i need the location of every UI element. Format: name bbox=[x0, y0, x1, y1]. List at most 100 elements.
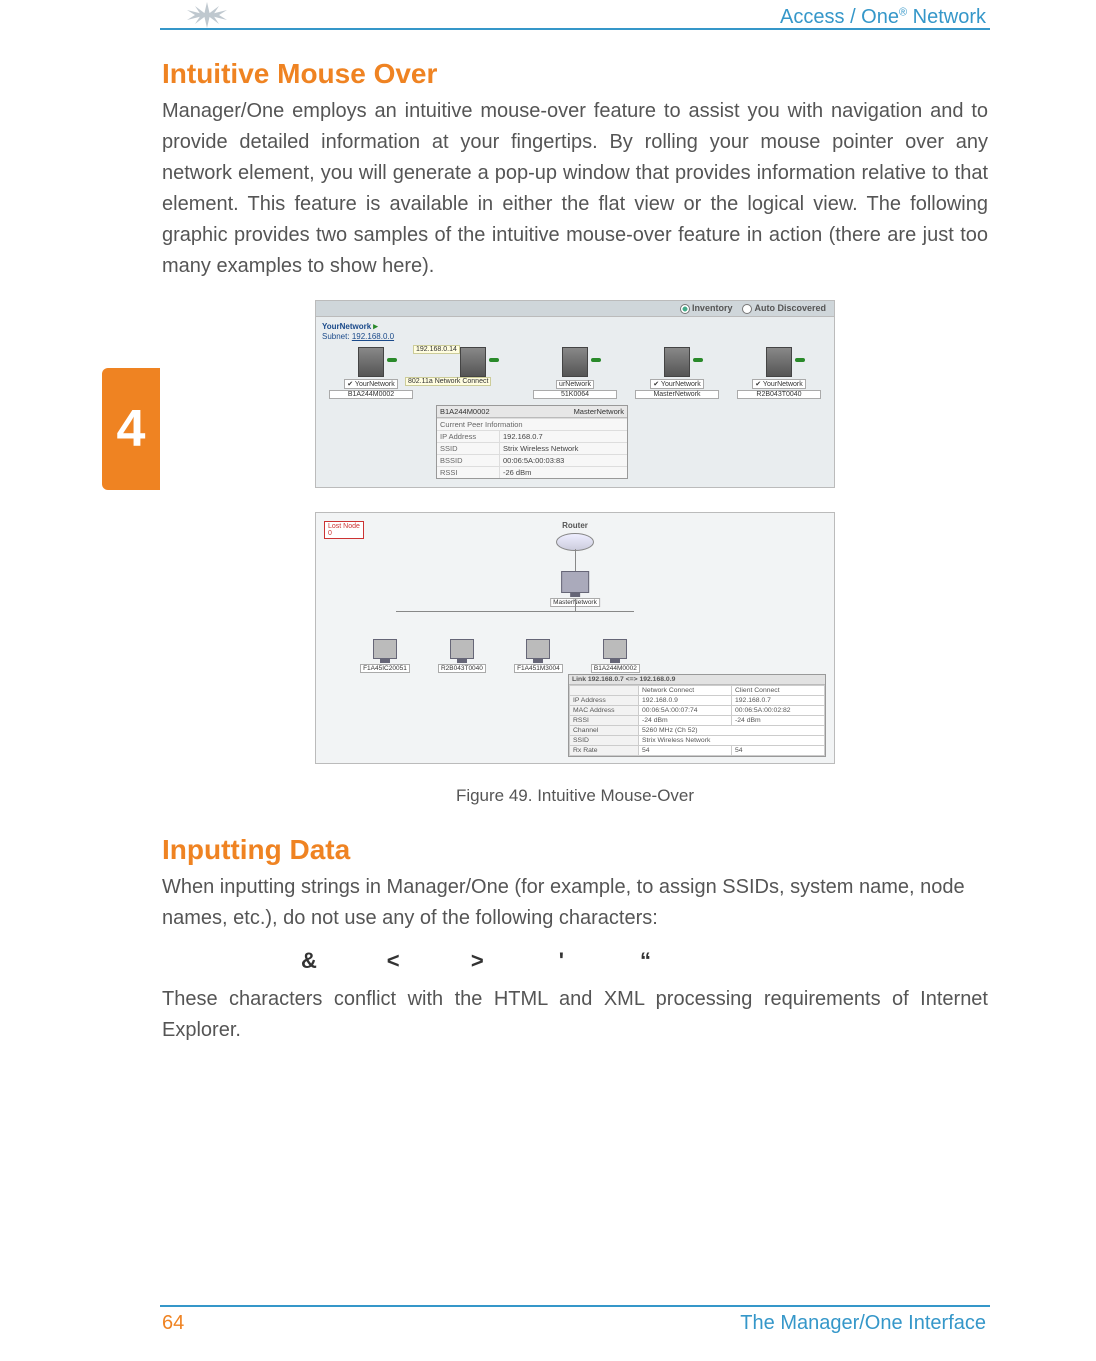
forbidden-characters-row: & < > ' “ bbox=[272, 948, 988, 974]
lost-node-box: Lost Node 0 bbox=[324, 521, 364, 539]
section-heading-inputting: Inputting Data bbox=[162, 834, 988, 866]
forbidden-char: > bbox=[440, 948, 516, 974]
node-id: 51K0064 bbox=[533, 390, 617, 399]
child-label: R2B043T0040 bbox=[438, 664, 486, 673]
node-check-label: YourNetwork bbox=[763, 381, 803, 388]
child-node: R2B043T0040 bbox=[438, 639, 486, 673]
subnet-link: 192.168.0.0 bbox=[352, 332, 394, 341]
popup-key: Rx Rate bbox=[570, 745, 639, 755]
lost-node-count: 0 bbox=[328, 530, 332, 537]
popup-key: Channel bbox=[570, 725, 639, 735]
popup-value: 5260 MHz (Ch 52) bbox=[639, 725, 825, 735]
popup-value: -24 dBm bbox=[732, 715, 825, 725]
chapter-tab: 4 bbox=[102, 368, 160, 490]
node-box: ✔ YourNetwork B1A244M0002 bbox=[329, 347, 413, 399]
popup-value: Strix Wireless Network bbox=[639, 735, 825, 745]
popup-title-left: B1A244M0002 bbox=[440, 407, 490, 416]
popup-col: Client Connect bbox=[732, 685, 825, 695]
pc-icon bbox=[603, 639, 627, 659]
popup-link-table: Network ConnectClient Connect IP Address… bbox=[569, 685, 825, 756]
figure-49-container: Inventory Auto Discovered YourNetwork▸ S… bbox=[315, 300, 835, 806]
node-check: urNetwork bbox=[556, 380, 594, 389]
popup-value: 54 bbox=[639, 745, 732, 755]
server-icon bbox=[460, 347, 486, 377]
tooltip-type: 802.11a Network Connect bbox=[405, 377, 491, 386]
popup-key: BSSID bbox=[437, 455, 500, 466]
child-label: F1A451M3004 bbox=[514, 664, 563, 673]
node-box: 192.168.0.14 802.11a Network Connect bbox=[431, 347, 515, 399]
popup-col: Network Connect bbox=[639, 685, 732, 695]
pc-icon bbox=[526, 639, 550, 659]
pc-icon bbox=[373, 639, 397, 659]
pc-icon bbox=[561, 571, 589, 593]
node-check-label: YourNetwork bbox=[355, 381, 395, 388]
popup-value: 00:06:5A:00:03:83 bbox=[500, 455, 627, 466]
popup-key: SSID bbox=[437, 443, 500, 454]
forbidden-char: “ bbox=[609, 948, 685, 974]
node-check-label: YourNetwork bbox=[661, 381, 701, 388]
subnet-prefix: Subnet: bbox=[322, 332, 352, 341]
server-icon bbox=[766, 347, 792, 377]
node-check-label: urNetwork bbox=[559, 381, 591, 388]
node-row: ✔ YourNetwork B1A244M0002 192.168.0.14 8… bbox=[316, 345, 834, 401]
pc-stand-icon bbox=[570, 593, 580, 597]
node-box: ✔ YourNetwork R2B043T0040 bbox=[737, 347, 821, 399]
expand-arrow-icon: ▸ bbox=[373, 321, 378, 332]
footer-section-title: The Manager/One Interface bbox=[740, 1312, 986, 1335]
child-row: F1A45IC20051 R2B043T0040 F1A451M3004 B1A… bbox=[346, 639, 654, 673]
net-line-icon bbox=[396, 611, 634, 612]
node-id: R2B043T0040 bbox=[737, 390, 821, 399]
mouseover-popup-link: Link 192.168.0.7 <=> 192.168.0.9 Network… bbox=[568, 674, 826, 757]
node-check: ✔ YourNetwork bbox=[650, 379, 704, 389]
server-icon bbox=[664, 347, 690, 377]
child-label: F1A45IC20051 bbox=[360, 664, 410, 673]
radio-inventory-icon bbox=[680, 304, 690, 314]
popup-link-header: Link 192.168.0.7 <=> 192.168.0.9 bbox=[569, 675, 825, 685]
popup-row: RSSI-26 dBm bbox=[437, 466, 627, 478]
figure-bottom-panel: Lost Node 0 Router MasterNetwork F1A45IC… bbox=[315, 512, 835, 764]
popup-row: SSIDStrix Wireless Network bbox=[437, 442, 627, 454]
pc-stand-icon bbox=[610, 659, 620, 663]
popup-header: B1A244M0002 MasterNetwork bbox=[437, 406, 627, 418]
header-product-suffix: Network bbox=[907, 6, 986, 28]
net-line-icon bbox=[575, 549, 576, 571]
page-number: 64 bbox=[162, 1312, 184, 1335]
network-name-label: YourNetwork▸ bbox=[316, 317, 834, 332]
figure-top-toolbar: Inventory Auto Discovered bbox=[316, 301, 834, 317]
popup-value: 00:06:5A:00:07:74 bbox=[639, 705, 732, 715]
forbidden-char: ' bbox=[524, 948, 600, 974]
popup-value: -24 dBm bbox=[639, 715, 732, 725]
popup-value: 192.168.0.7 bbox=[500, 431, 627, 442]
popup-section: Current Peer Information bbox=[437, 418, 627, 430]
pc-stand-icon bbox=[380, 659, 390, 663]
section-body-mouse-over: Manager/One employs an intuitive mouse-o… bbox=[162, 96, 988, 282]
radio-inventory-label: Inventory bbox=[692, 303, 733, 313]
header-product-line: Access / One bbox=[780, 6, 899, 28]
child-node: F1A45IC20051 bbox=[360, 639, 410, 673]
forbidden-char: & bbox=[272, 948, 348, 974]
popup-key: IP Address bbox=[570, 695, 639, 705]
node-check: ✔ YourNetwork bbox=[344, 379, 398, 389]
header-product-title: Access / One® Network bbox=[780, 6, 986, 29]
popup-section-label: Current Peer Information bbox=[437, 419, 627, 430]
child-label: B1A244M0002 bbox=[591, 664, 640, 673]
section-body-inputting-2: These characters conflict with the HTML … bbox=[162, 984, 988, 1046]
popup-value: -26 dBm bbox=[500, 467, 627, 478]
brand-logo-icon bbox=[185, 2, 229, 33]
page-content: Intuitive Mouse Over Manager/One employs… bbox=[162, 52, 988, 1060]
lost-node-label: Lost Node bbox=[328, 523, 360, 530]
radio-auto-icon bbox=[742, 304, 752, 314]
registered-mark: ® bbox=[899, 6, 907, 18]
figure-caption: Figure 49. Intuitive Mouse-Over bbox=[315, 786, 835, 806]
popup-key: SSID bbox=[570, 735, 639, 745]
popup-key: MAC Address bbox=[570, 705, 639, 715]
popup-value: 192.168.0.7 bbox=[732, 695, 825, 705]
router-label: Router bbox=[562, 521, 588, 530]
child-node: F1A451M3004 bbox=[514, 639, 563, 673]
popup-value: 54 bbox=[732, 745, 825, 755]
mouseover-popup-peer: B1A244M0002 MasterNetwork Current Peer I… bbox=[436, 405, 628, 479]
popup-row: BSSID00:06:5A:00:03:83 bbox=[437, 454, 627, 466]
popup-key: RSSI bbox=[570, 715, 639, 725]
forbidden-char: < bbox=[356, 948, 432, 974]
section-body-inputting-1: When inputting strings in Manager/One (f… bbox=[162, 872, 988, 934]
